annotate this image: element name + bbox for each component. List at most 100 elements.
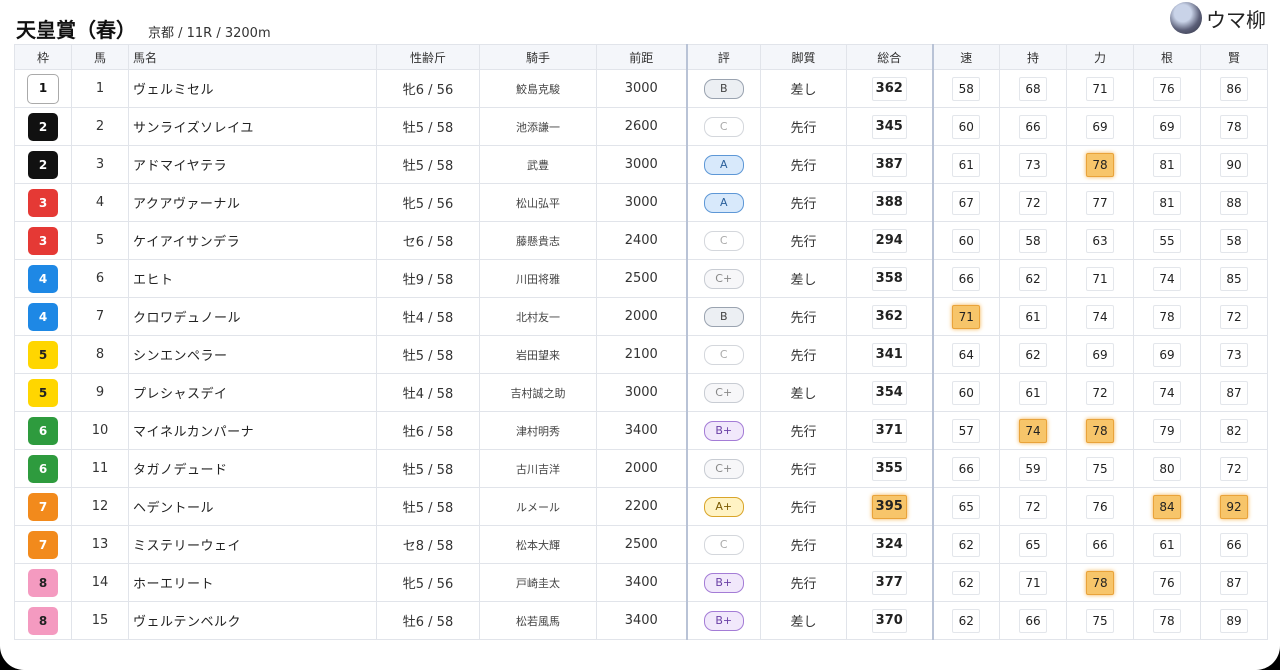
running-style: 差し (760, 69, 847, 108)
horse-name[interactable]: プレシャスデイ (128, 373, 377, 412)
total-cell: 387 (846, 145, 933, 184)
waku-badge: 7 (28, 530, 58, 559)
waku-badge: 6 (28, 416, 58, 445)
sex-age-weight: セ6 / 58 (376, 221, 480, 260)
col-header-guts[interactable]: 根 (1133, 44, 1201, 70)
table-row[interactable]: 1 1 ヴェルミセル 牝6 / 56 鮫島克駿 3000 B 差し 362 58 68 71 76 86 (14, 69, 1268, 108)
table-row[interactable]: 2 3 アドマイヤテラ 牡5 / 58 武豊 3000 A 先行 387 61 73 78 81 90 (14, 145, 1268, 184)
guts-score: 79 (1153, 418, 1181, 443)
speed-cell: 61 (931, 145, 1000, 184)
table-row[interactable]: 6 10 マイネルカンパーナ 牡6 / 58 津村明秀 3400 B+ 先行 371 57 74 78… (14, 411, 1268, 450)
col-header-stamina[interactable]: 持 (999, 44, 1067, 70)
brand-avatar (1170, 2, 1202, 34)
running-style: 先行 (760, 183, 847, 222)
table-row[interactable]: 8 15 ヴェルテンベルク 牡6 / 58 松若風馬 3400 B+ 差し 370 62 66 75 7… (14, 601, 1268, 640)
prev-distance: 2200 (596, 487, 687, 526)
sex-age-weight: 牡4 / 58 (376, 297, 480, 336)
prev-distance: 2500 (596, 259, 687, 298)
jockey-name: 池添謙一 (479, 107, 597, 146)
stamina-score: 61 (1019, 304, 1047, 329)
col-header-speed[interactable]: 速 (931, 44, 1000, 70)
umaban-cell: 6 (71, 259, 129, 298)
table-row[interactable]: 6 11 タガノデュード 牡5 / 58 古川吉洋 2000 C+ 先行 355 66 59 75 80… (14, 449, 1268, 488)
speed-cell: 60 (931, 107, 1000, 146)
power-cell: 71 (1066, 259, 1134, 298)
total-cell: 345 (846, 107, 933, 146)
horse-name[interactable]: クロワデュノール (128, 297, 377, 336)
horse-name[interactable]: ケイアイサンデラ (128, 221, 377, 260)
horse-name[interactable]: ホーエリート (128, 563, 377, 602)
wit-cell: 90 (1200, 145, 1268, 184)
col-header-name[interactable]: 馬名 (128, 44, 377, 70)
speed-score: 62 (952, 570, 981, 595)
col-header-total[interactable]: 総合 (846, 44, 933, 70)
table-row[interactable]: 5 9 プレシャスデイ 牡4 / 58 吉村誠之助 3000 C+ 差し 354 60 61 72 74… (14, 373, 1268, 412)
stamina-cell: 66 (999, 107, 1067, 146)
horse-name[interactable]: マイネルカンパーナ (128, 411, 377, 450)
power-score: 71 (1086, 76, 1114, 101)
horse-name[interactable]: アドマイヤテラ (128, 145, 377, 184)
speed-score: 57 (952, 418, 981, 443)
col-header-grade[interactable]: 評 (685, 44, 761, 70)
brand: ウマ柳 (1170, 2, 1266, 34)
table-row[interactable]: 4 7 クロワデュノール 牡4 / 58 北村友一 2000 B 先行 362 71 61 74 78 7… (14, 297, 1268, 336)
guts-cell: 79 (1133, 411, 1201, 450)
wit-cell: 72 (1200, 449, 1268, 488)
wit-score: 88 (1220, 190, 1248, 215)
guts-cell: 76 (1133, 563, 1201, 602)
jockey-name: 川田将雅 (479, 259, 597, 298)
table-row[interactable]: 5 8 シンエンペラー 牡5 / 58 岩田望来 2100 C 先行 341 64 62 69 69 73 (14, 335, 1268, 374)
power-score: 75 (1086, 608, 1114, 633)
horse-name[interactable]: ミステリーウェイ (128, 525, 377, 564)
guts-score: 74 (1153, 266, 1181, 291)
horse-name[interactable]: サンライズソレイユ (128, 107, 377, 146)
col-header-jockey[interactable]: 騎手 (479, 44, 597, 70)
stamina-cell: 61 (999, 373, 1067, 412)
power-cell: 72 (1066, 373, 1134, 412)
power-score: 75 (1086, 456, 1114, 481)
speed-score: 62 (952, 608, 981, 633)
horse-name[interactable]: タガノデュード (128, 449, 377, 488)
table-row[interactable]: 7 12 ヘデントール 牡5 / 58 ルメール 2200 A+ 先行 395 65 72 76 84 9… (14, 487, 1268, 526)
horse-name[interactable]: ヴェルテンベルク (128, 601, 377, 640)
power-cell: 63 (1066, 221, 1134, 260)
speed-score: 66 (952, 456, 981, 481)
table-row[interactable]: 3 4 アクアヴァーナル 牝5 / 56 松山弘平 3000 A 先行 388 67 72 77 81 8… (14, 183, 1268, 222)
col-header-sex-age[interactable]: 性齢斤 (376, 44, 480, 70)
grade-badge: B+ (703, 610, 744, 631)
race-title: 天皇賞（春） (16, 18, 136, 42)
horse-name[interactable]: シンエンペラー (128, 335, 377, 374)
col-header-power[interactable]: 力 (1066, 44, 1134, 70)
wit-score: 82 (1220, 418, 1248, 443)
col-header-prev-dist[interactable]: 前距 (596, 44, 687, 70)
guts-cell: 74 (1133, 373, 1201, 412)
power-score: 71 (1086, 266, 1114, 291)
wit-score: 87 (1220, 570, 1248, 595)
col-header-waku[interactable]: 枠 (14, 44, 72, 70)
horse-name[interactable]: ヴェルミセル (128, 69, 377, 108)
horse-name[interactable]: エヒト (128, 259, 377, 298)
waku-badge: 4 (28, 302, 58, 331)
umaban-cell: 4 (71, 183, 129, 222)
guts-cell: 76 (1133, 69, 1201, 108)
guts-cell: 78 (1133, 297, 1201, 336)
col-header-wit[interactable]: 賢 (1200, 44, 1268, 70)
guts-score: 80 (1153, 456, 1181, 481)
table-row[interactable]: 4 6 エヒト 牡9 / 58 川田将雅 2500 C+ 差し 358 66 62 71 74 85 (14, 259, 1268, 298)
table-row[interactable]: 8 14 ホーエリート 牝5 / 56 戸崎圭太 3400 B+ 先行 377 62 71 78 76 8… (14, 563, 1268, 602)
col-header-style[interactable]: 脚質 (760, 44, 847, 70)
stamina-score: 66 (1019, 608, 1047, 633)
col-header-umaban[interactable]: 馬 (71, 44, 129, 70)
guts-cell: 84 (1133, 487, 1201, 526)
grade-cell: C (685, 525, 761, 564)
guts-score: 74 (1153, 380, 1181, 405)
stamina-cell: 61 (999, 297, 1067, 336)
table-row[interactable]: 7 13 ミステリーウェイ セ8 / 58 松本大輝 2500 C 先行 324 62 65 66 61… (14, 525, 1268, 564)
table-row[interactable]: 3 5 ケイアイサンデラ セ6 / 58 藤懸貴志 2400 C 先行 294 60 58 63 55 5… (14, 221, 1268, 260)
power-cell: 77 (1066, 183, 1134, 222)
table-row[interactable]: 2 2 サンライズソレイユ 牡5 / 58 池添謙一 2600 C 先行 345 60 66 69 69… (14, 107, 1268, 146)
horse-name[interactable]: ヘデントール (128, 487, 377, 526)
grade-badge: A (703, 192, 744, 213)
prev-distance: 2500 (596, 525, 687, 564)
horse-name[interactable]: アクアヴァーナル (128, 183, 377, 222)
